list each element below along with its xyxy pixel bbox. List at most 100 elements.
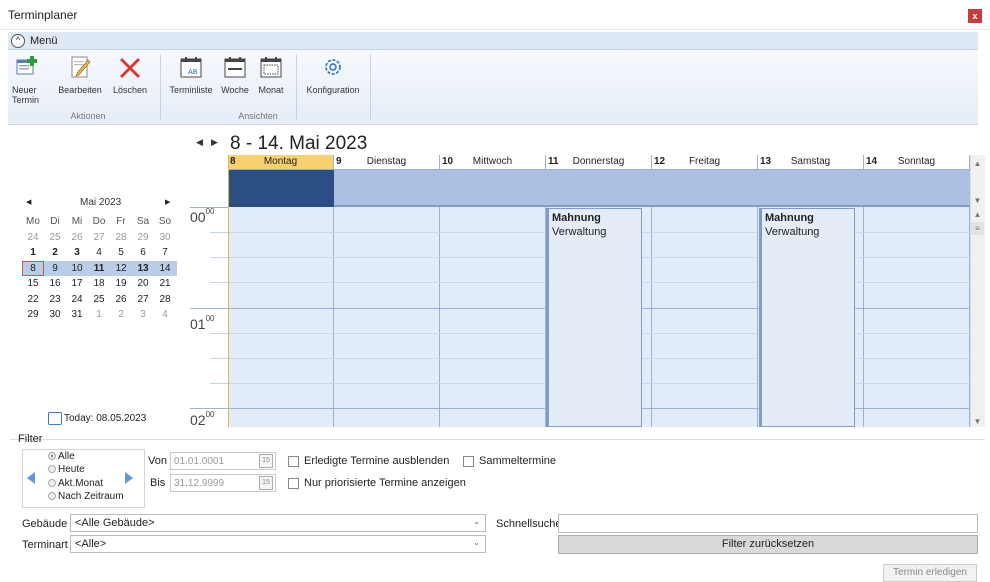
day-cell[interactable]: 27 (88, 230, 110, 246)
day-cell[interactable]: 4 (88, 245, 110, 261)
day-header[interactable]: 14 Sonntag (864, 155, 970, 170)
day-header-today[interactable]: 8 Montag (228, 155, 334, 170)
day-cell[interactable]: 26 (66, 230, 88, 246)
menu-header[interactable]: ^ Menü (8, 32, 978, 50)
radio-alle[interactable]: Alle (48, 451, 75, 462)
day-cell[interactable]: 6 (132, 245, 154, 261)
radio-heute[interactable]: Heute (48, 464, 85, 475)
today-icon[interactable] (48, 412, 62, 425)
priorisierte-checkbox[interactable] (288, 478, 299, 489)
terminart-select[interactable]: <Alle> ⌄ (70, 535, 486, 553)
erledigte-checkbox[interactable] (288, 456, 299, 467)
day-cell[interactable]: 23 (44, 292, 66, 308)
day-cell[interactable]: 28 (154, 292, 176, 308)
day-cell[interactable]: 27 (132, 292, 154, 308)
day-cell[interactable]: 30 (44, 307, 66, 323)
day-header[interactable]: 13 Samstag (758, 155, 864, 170)
bis-date-input[interactable]: 31.12.9999 15 (170, 474, 276, 492)
radio-dot[interactable] (48, 492, 56, 500)
day-cell[interactable]: 28 (110, 230, 132, 246)
radio-akt-monat[interactable]: Akt.Monat (48, 478, 103, 489)
day-cell[interactable]: 7 (154, 245, 176, 261)
delete-button[interactable]: Löschen (112, 55, 148, 95)
day-cell[interactable]: 26 (110, 292, 132, 308)
day-cell[interactable]: 19 (110, 276, 132, 292)
scroll-down-icon[interactable]: ▼ (971, 415, 984, 428)
day-cell[interactable]: 25 (44, 230, 66, 246)
new-appointment-button[interactable]: Neuer Termin (12, 55, 42, 105)
terminliste-button[interactable]: AB Terminliste (168, 55, 214, 95)
today-label[interactable]: Today: 08.05.2023 (64, 413, 146, 424)
day-header[interactable]: 11 Donnerstag (546, 155, 652, 170)
prev-week-icon[interactable]: ◀ (196, 137, 203, 148)
day-cell[interactable]: 17 (66, 276, 88, 292)
month-button[interactable]: Monat (254, 55, 288, 95)
von-date-input[interactable]: 01.01.0001 15 (170, 452, 276, 470)
day-cell[interactable]: 3 (132, 307, 154, 323)
scroll-thumb[interactable]: ≡ (971, 222, 984, 235)
day-cell[interactable]: 11 (88, 261, 110, 277)
day-cell[interactable]: 31 (66, 307, 88, 323)
appointment[interactable]: Mahnung Verwaltung (759, 208, 855, 427)
close-button[interactable]: x (968, 9, 982, 23)
day-cell[interactable]: 4 (154, 307, 176, 323)
edit-button[interactable]: Bearbeiten (58, 55, 102, 95)
day-header[interactable]: 9 Dienstag (334, 155, 440, 170)
period-prev-icon[interactable] (27, 472, 35, 484)
day-cell[interactable]: 18 (88, 276, 110, 292)
day-cell[interactable]: 22 (22, 292, 44, 308)
day-cell[interactable]: 3 (66, 245, 88, 261)
radio-dot[interactable] (48, 479, 56, 487)
scroll-down-icon[interactable]: ▼ (971, 194, 984, 207)
day-header[interactable]: 10 Mittwoch (440, 155, 546, 170)
day-column[interactable] (864, 207, 970, 427)
mini-cal-next-icon[interactable]: ▶ (165, 198, 170, 206)
day-column[interactable] (334, 207, 440, 427)
day-cell[interactable]: 16 (44, 276, 66, 292)
day-cell[interactable]: 21 (154, 276, 176, 292)
day-column[interactable] (652, 207, 758, 427)
day-cell[interactable]: 20 (132, 276, 154, 292)
all-day-selected-cell[interactable] (228, 170, 334, 207)
next-week-icon[interactable]: ▶ (211, 137, 218, 148)
day-cell[interactable]: 13 (132, 261, 154, 277)
day-cell[interactable]: 12 (110, 261, 132, 277)
appointment[interactable]: Mahnung Verwaltung (546, 208, 642, 427)
sammel-checkbox[interactable] (463, 456, 474, 467)
scroll-up-icon[interactable]: ▲ (971, 157, 984, 170)
chevron-up-icon[interactable]: ^ (11, 34, 25, 48)
radio-nach-zeitraum[interactable]: Nach Zeitraum (48, 491, 124, 502)
period-next-icon[interactable] (125, 472, 133, 484)
all-day-row[interactable] (228, 170, 970, 207)
gebaeude-select[interactable]: <Alle Gebäude> ⌄ (70, 514, 486, 532)
radio-dot[interactable] (48, 465, 56, 473)
day-cell[interactable]: 9 (44, 261, 66, 277)
scroll-up-icon[interactable]: ▲ (971, 208, 984, 221)
day-cell[interactable]: 24 (22, 230, 44, 246)
day-cell[interactable]: 29 (132, 230, 154, 246)
day-cell[interactable]: 30 (154, 230, 176, 246)
day-cell[interactable]: 14 (154, 261, 176, 277)
reset-filter-button[interactable]: Filter zurücksetzen (558, 535, 978, 554)
radio-dot[interactable] (48, 452, 56, 460)
schnellsuche-input[interactable] (558, 514, 978, 533)
day-column[interactable] (228, 207, 334, 427)
day-header[interactable]: 12 Freitag (652, 155, 758, 170)
day-cell[interactable]: 29 (22, 307, 44, 323)
day-cell[interactable]: 1 (88, 307, 110, 323)
complete-appointment-button[interactable]: Termin erledigen (883, 564, 977, 582)
mini-cal-prev-icon[interactable]: ◀ (26, 198, 31, 206)
calendar-icon[interactable]: 15 (259, 476, 273, 490)
day-cell[interactable]: 10 (66, 261, 88, 277)
day-column[interactable] (440, 207, 546, 427)
day-cell[interactable]: 24 (66, 292, 88, 308)
day-cell[interactable]: 5 (110, 245, 132, 261)
calendar-icon[interactable]: 15 (259, 454, 273, 468)
day-cell[interactable]: 2 (110, 307, 132, 323)
week-button[interactable]: Woche (220, 55, 250, 95)
day-cell[interactable]: 15 (22, 276, 44, 292)
day-cell[interactable]: 25 (88, 292, 110, 308)
configuration-button[interactable]: Konfiguration (302, 55, 364, 95)
day-cell[interactable]: 1 (22, 245, 44, 261)
day-cell[interactable]: 2 (44, 245, 66, 261)
